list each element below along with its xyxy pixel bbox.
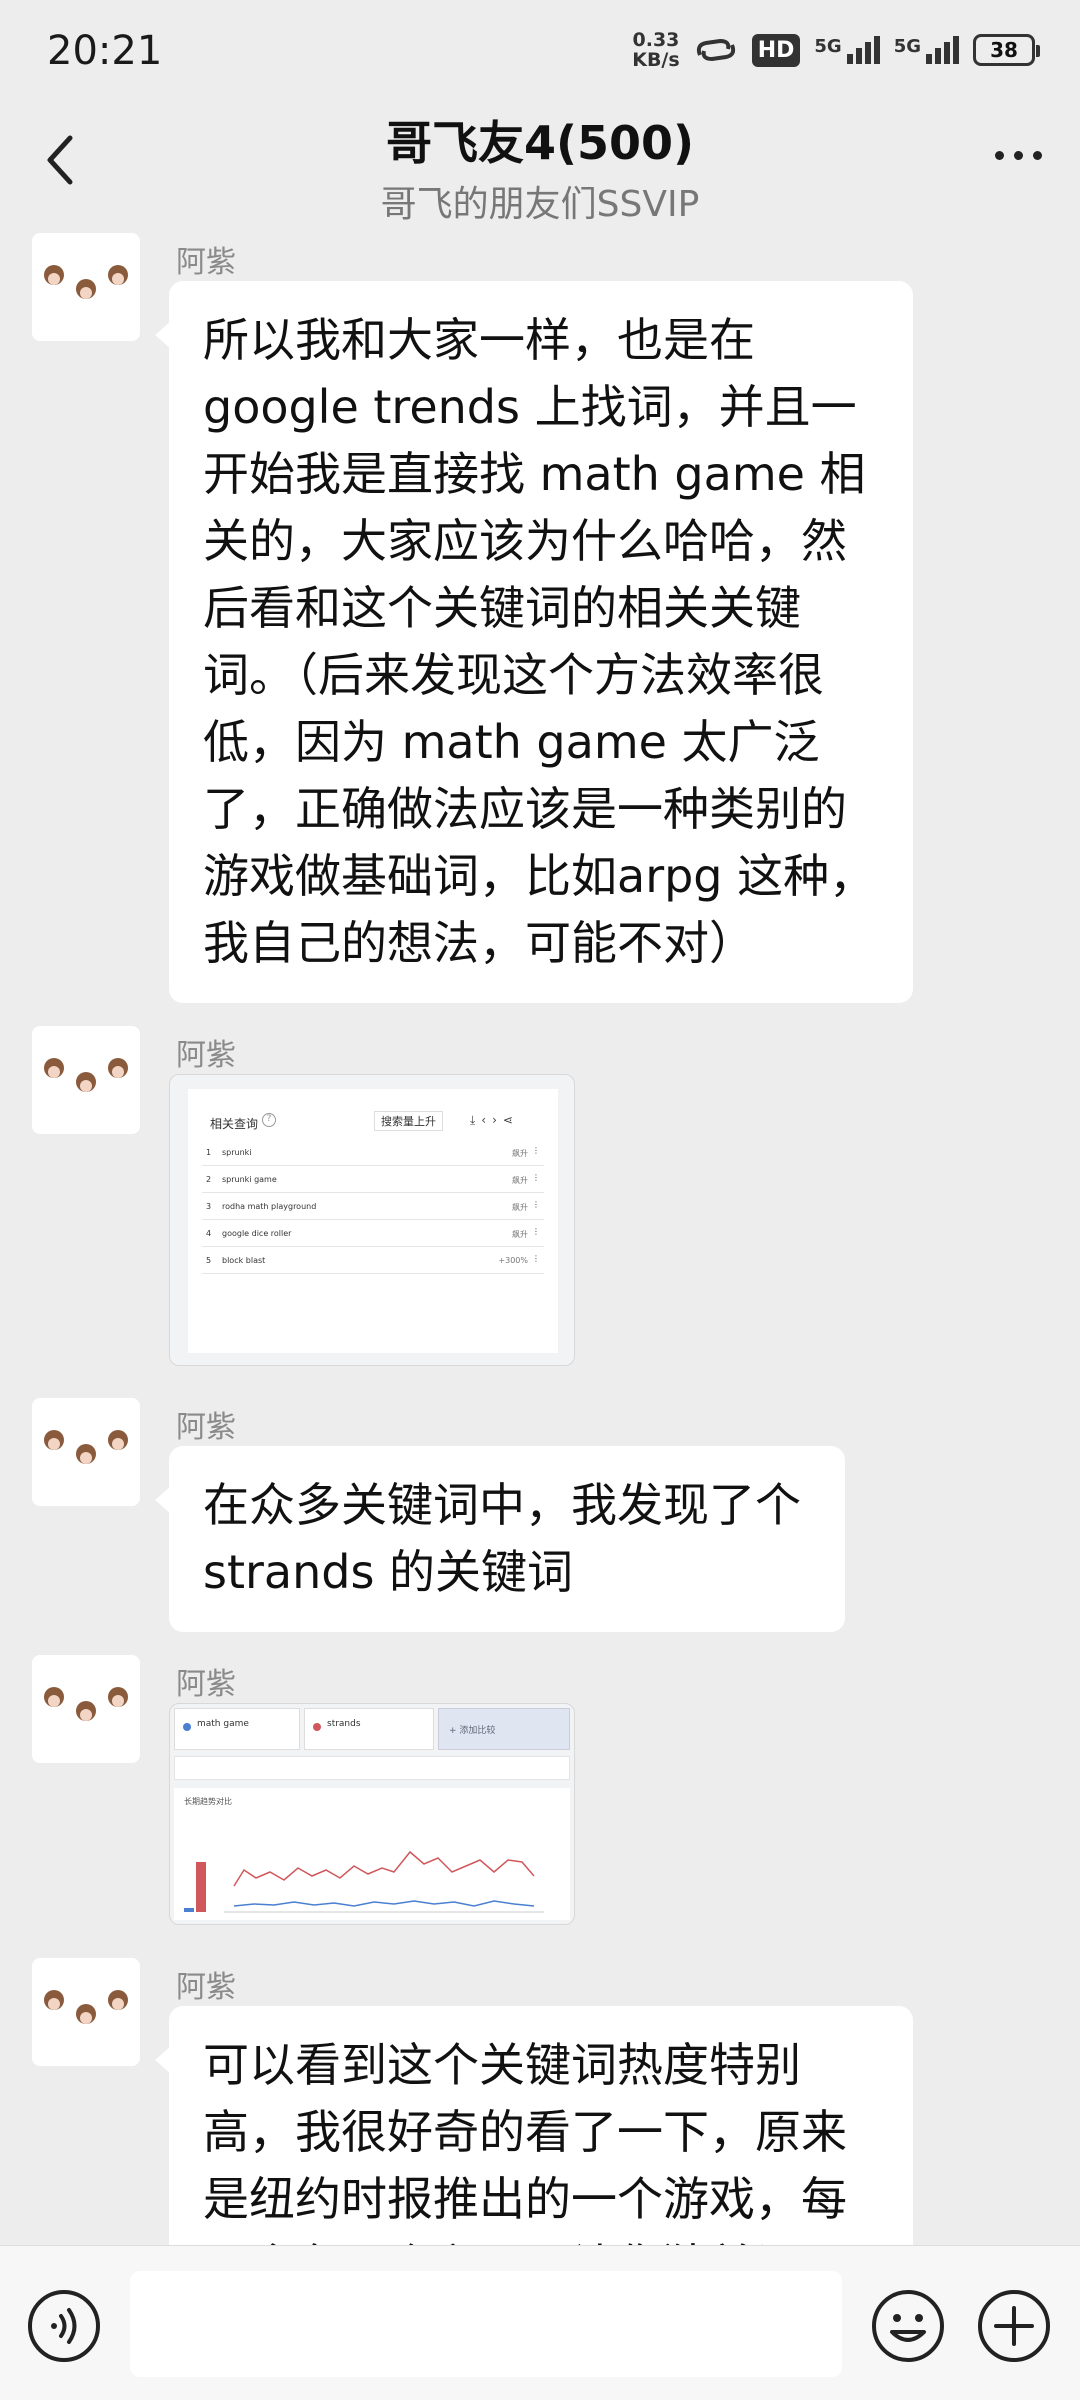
chat-title: 哥飞友4(500) xyxy=(385,116,695,170)
query-text: rodha math playground xyxy=(222,1202,317,1211)
query-row: 1 sprunki 飙升 ⋮ xyxy=(202,1139,544,1166)
input-bar xyxy=(0,2245,1080,2400)
row-menu-icon: ⋮ xyxy=(532,1254,540,1263)
query-row: 3 rodha math playground 飙升 ⋮ xyxy=(202,1193,544,1220)
query-text: google dice roller xyxy=(222,1229,292,1238)
title-block: 哥飞友4(500) 哥飞的朋友们SSVIP xyxy=(0,105,1080,227)
status-time: 20:21 xyxy=(47,28,163,74)
signal-icon-1: 5G xyxy=(814,36,880,64)
trend-chart xyxy=(184,1850,544,1913)
help-icon: ? xyxy=(262,1113,276,1127)
card-header: 相关查询 xyxy=(210,1117,259,1131)
card-tool-icons: ⤓‹›⋖ xyxy=(470,1113,519,1127)
query-value: +300% xyxy=(498,1256,528,1265)
image-message[interactable]: 相关查询 ? 搜索量上升 ⤓‹›⋖ 1 sprunki 飙升 ⋮ 2 sprunki ga… xyxy=(169,1074,575,1366)
add-compare-chip: + 添加比较 xyxy=(438,1708,570,1750)
sender-name: 阿紫 xyxy=(176,245,236,280)
query-rank: 4 xyxy=(206,1229,212,1238)
query-text: sprunki xyxy=(222,1148,252,1157)
sort-dropdown: 搜索量上升 xyxy=(374,1111,443,1131)
query-row: 4 google dice roller 飙升 ⋮ xyxy=(202,1220,544,1247)
image-message[interactable]: math game strands + 添加比较 长期趋势对比 xyxy=(169,1703,575,1925)
query-rank: 5 xyxy=(206,1256,212,1265)
trend-chart-card: 长期趋势对比 xyxy=(174,1788,570,1920)
message-input[interactable] xyxy=(130,2271,842,2377)
query-rank: 3 xyxy=(206,1202,212,1211)
avatar[interactable] xyxy=(32,1655,140,1763)
term-chip-1: math game xyxy=(174,1708,300,1750)
hd-icon: HD xyxy=(751,33,801,67)
message-list[interactable]: 阿紫 所以我和大家一样，也是在google trends 上找词，并且一开始我是… xyxy=(0,223,1080,2245)
row-menu-icon: ⋮ xyxy=(532,1146,540,1155)
query-row: 2 sprunki game 飙升 ⋮ xyxy=(202,1166,544,1193)
query-value: 飙升 xyxy=(512,1230,528,1239)
query-value: 飙升 xyxy=(512,1176,528,1185)
query-rank: 2 xyxy=(206,1175,212,1184)
row-menu-icon: ⋮ xyxy=(532,1200,540,1209)
query-rank: 1 xyxy=(206,1148,212,1157)
related-queries-card: 相关查询 ? 搜索量上升 ⤓‹›⋖ 1 sprunki 飙升 ⋮ 2 sprunki ga… xyxy=(188,1089,558,1353)
filter-row xyxy=(174,1756,570,1780)
term-chip-2: strands xyxy=(304,1708,434,1750)
avatar[interactable] xyxy=(32,1398,140,1506)
more-options-icon[interactable] xyxy=(995,151,1042,160)
sender-name: 阿紫 xyxy=(176,1410,236,1445)
query-text: sprunki game xyxy=(222,1175,277,1184)
emoji-icon[interactable] xyxy=(870,2288,946,2364)
status-bar: 20:21 0.33 KB/s HD 5G 5G 38 xyxy=(0,0,1080,105)
net-speed: 0.33 KB/s xyxy=(632,29,680,71)
sender-name: 阿紫 xyxy=(176,1667,236,1702)
query-value: 飙升 xyxy=(512,1149,528,1158)
row-menu-icon: ⋮ xyxy=(532,1173,540,1182)
signal-icon-2: 5G xyxy=(894,36,959,64)
sender-name: 阿紫 xyxy=(176,1970,236,2005)
row-menu-icon: ⋮ xyxy=(532,1227,540,1236)
sender-name: 阿紫 xyxy=(176,1038,236,1073)
battery-icon: 38 xyxy=(973,34,1040,66)
avatar[interactable] xyxy=(32,1958,140,2066)
link-icon xyxy=(696,38,735,62)
avatar[interactable] xyxy=(32,233,140,341)
more-functions-icon[interactable] xyxy=(976,2288,1052,2364)
voice-input-icon[interactable] xyxy=(26,2288,102,2364)
message-bubble[interactable]: 在众多关键词中，我发现了个strands 的关键词 xyxy=(155,1446,845,1632)
query-text: block blast xyxy=(222,1256,266,1265)
query-row: 5 block blast +300% ⋮ xyxy=(202,1247,544,1274)
query-value: 飙升 xyxy=(512,1203,528,1212)
chat-header: 哥飞友4(500) 哥飞的朋友们SSVIP xyxy=(0,105,1080,225)
message-bubble[interactable]: 所以我和大家一样，也是在google trends 上找词，并且一开始我是直接找… xyxy=(155,281,913,1003)
message-bubble[interactable]: 可以看到这个关键词热度特别高，我很好奇的看了一下，原来是纽约时报推出的一个游戏，… xyxy=(155,2006,913,2245)
avatar[interactable] xyxy=(32,1026,140,1134)
status-icons: 0.33 KB/s HD 5G 5G 38 xyxy=(632,29,1040,71)
chat-subtitle: 哥飞的朋友们SSVIP xyxy=(380,184,700,225)
